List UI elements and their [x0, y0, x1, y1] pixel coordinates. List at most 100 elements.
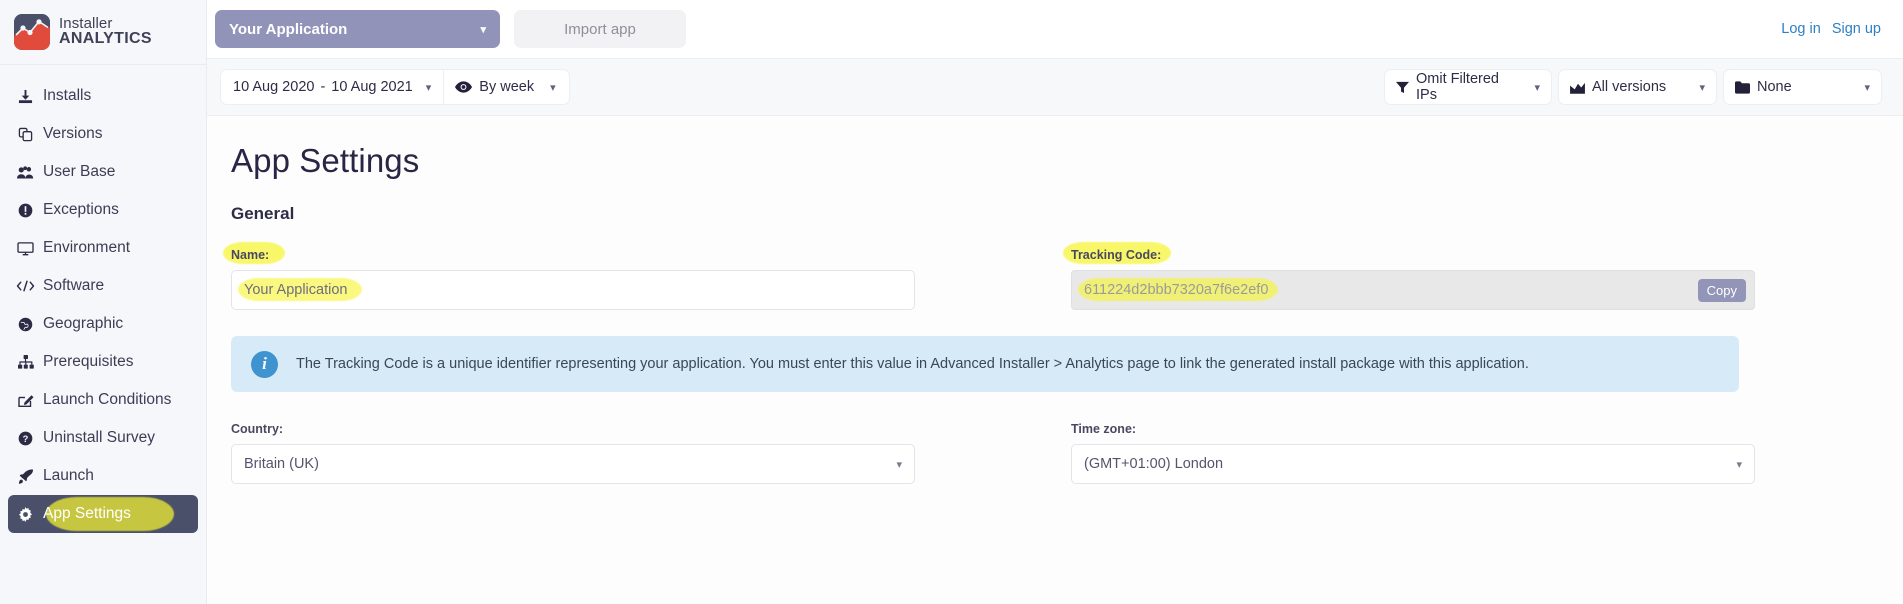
folder-label: None: [1757, 79, 1792, 95]
code-icon: [16, 278, 35, 295]
chevron-down-icon: ▾: [1699, 81, 1705, 94]
granularity-label: By week: [479, 79, 535, 95]
timezone-select[interactable]: (GMT+01:00) London ▾: [1071, 444, 1755, 484]
sidebar-item-label: User Base: [43, 163, 116, 180]
filter-bar: 10 Aug 2020 - 10 Aug 2021 ▾ By week ▾ Om…: [207, 58, 1903, 116]
sidebar-item-label: App Settings: [43, 505, 131, 522]
sidebar: Installer ANALYTICS Installs Versions Us…: [0, 0, 207, 604]
login-link[interactable]: Log in: [1781, 21, 1821, 37]
sidebar-item-app-settings[interactable]: App Settings: [8, 495, 198, 533]
sidebar-item-label: Geographic: [43, 315, 124, 332]
locale-fields-row: Country: Britain (UK) ▾ Time zone: (GMT+…: [223, 420, 1903, 484]
versions-dropdown[interactable]: All versions ▾: [1559, 70, 1716, 104]
country-label: Country:: [231, 422, 284, 436]
date-filter-group: 10 Aug 2020 - 10 Aug 2021 ▾ By week ▾: [221, 70, 569, 104]
sidebar-item-software[interactable]: Software: [8, 267, 198, 305]
question-circle-icon: ?: [16, 430, 35, 447]
area-chart-icon: [1570, 81, 1585, 94]
granularity-dropdown[interactable]: By week ▾: [444, 70, 569, 104]
info-icon: i: [251, 350, 278, 378]
name-value: Your Application: [244, 282, 348, 298]
country-field-group: Country: Britain (UK) ▾: [231, 420, 915, 484]
timezone-field-group: Time zone: (GMT+01:00) London ▾: [1071, 420, 1755, 484]
name-label-wrap: Name:: [223, 242, 285, 270]
rocket-icon: [16, 468, 35, 485]
desktop-icon: [16, 240, 35, 257]
versions-label: All versions: [1592, 79, 1667, 95]
users-icon: [16, 164, 35, 181]
sidebar-item-label: Software: [43, 277, 105, 294]
sitemap-icon: [16, 354, 35, 371]
edit-square-icon: [16, 392, 35, 409]
name-input[interactable]: Your Application: [231, 270, 915, 310]
app-selector-dropdown[interactable]: Your Application ▾: [215, 10, 500, 48]
globe-icon: [16, 316, 35, 333]
svg-text:?: ?: [23, 434, 29, 444]
topbar: Your Application ▾ Import app Log in Sig…: [207, 0, 1903, 58]
signup-link[interactable]: Sign up: [1832, 21, 1881, 37]
sidebar-item-environment[interactable]: Environment: [8, 229, 198, 267]
copy-icon: [16, 126, 35, 143]
timezone-value: (GMT+01:00) London: [1084, 456, 1224, 472]
sidebar-nav: Installs Versions User Base Exceptions E…: [0, 65, 206, 533]
brand-line2: ANALYTICS: [59, 30, 152, 48]
folder-dropdown[interactable]: None ▾: [1724, 70, 1881, 104]
auth-links: Log in Sign up: [1781, 21, 1881, 37]
brand-logo[interactable]: Installer ANALYTICS: [0, 0, 206, 64]
sidebar-item-installs[interactable]: Installs: [8, 77, 198, 115]
chevron-down-icon: ▾: [480, 23, 486, 36]
section-title-general: General: [231, 204, 295, 223]
name-label: Name:: [231, 248, 270, 262]
date-from: 10 Aug 2020: [233, 79, 315, 95]
name-value-wrap: Your Application: [238, 278, 362, 301]
banner-text: The Tracking Code is a unique identifier…: [296, 356, 1529, 372]
sidebar-item-uninstall-survey[interactable]: ? Uninstall Survey: [8, 419, 198, 457]
omit-filtered-ips-dropdown[interactable]: Omit Filtered IPs ▾: [1385, 70, 1551, 104]
chevron-down-icon: ▾: [896, 458, 902, 471]
tracking-code-label: Tracking Code:: [1071, 248, 1162, 262]
right-filter-group: Omit Filtered IPs ▾ All versions ▾ None …: [1385, 70, 1881, 104]
eye-icon: [455, 81, 473, 93]
import-app-button[interactable]: Import app: [514, 10, 686, 48]
chevron-down-icon: ▾: [1534, 81, 1540, 94]
date-range-picker[interactable]: 10 Aug 2020 - 10 Aug 2021 ▾: [221, 70, 444, 104]
download-icon: [16, 88, 35, 105]
country-value: Britain (UK): [244, 456, 319, 472]
tracking-code-field[interactable]: 611224d2bbb7320a7f6e2ef0 Copy: [1071, 270, 1755, 310]
sidebar-item-prerequisites[interactable]: Prerequisites: [8, 343, 198, 381]
country-select[interactable]: Britain (UK) ▾: [231, 444, 915, 484]
main-area: Your Application ▾ Import app Log in Sig…: [207, 0, 1903, 604]
settings-content: App Settings General Name: Your Applicat…: [207, 116, 1903, 604]
filter-icon: [1396, 81, 1409, 94]
name-field-group: Name: Your Application: [223, 242, 915, 310]
sidebar-item-label: Exceptions: [43, 201, 119, 218]
copy-button[interactable]: Copy: [1697, 278, 1746, 302]
sidebar-item-label: Uninstall Survey: [43, 429, 155, 446]
exclamation-circle-icon: [16, 202, 35, 219]
sidebar-item-versions[interactable]: Versions: [8, 115, 198, 153]
sidebar-item-launch-conditions[interactable]: Launch Conditions: [8, 381, 198, 419]
sidebar-item-label: Launch Conditions: [43, 391, 172, 408]
omit-filtered-ips-label: Omit Filtered IPs: [1416, 71, 1499, 103]
chevron-down-icon: ▾: [1736, 458, 1742, 471]
chevron-down-icon: ▾: [550, 81, 556, 94]
folder-icon: [1735, 80, 1750, 94]
general-fields-row: Name: Your Application Tracking Code: 61…: [223, 242, 1903, 310]
tracking-value-wrap: 611224d2bbb7320a7f6e2ef0: [1078, 278, 1278, 301]
sidebar-item-launch[interactable]: Launch: [8, 457, 198, 495]
sidebar-item-user-base[interactable]: User Base: [8, 153, 198, 191]
sidebar-item-exceptions[interactable]: Exceptions: [8, 191, 198, 229]
sidebar-item-label: Environment: [43, 239, 131, 256]
timezone-label: Time zone:: [1071, 422, 1137, 436]
chevron-down-icon: ▾: [1864, 81, 1870, 94]
app-selector-label: Your Application: [229, 20, 348, 38]
sidebar-item-label: Prerequisites: [43, 353, 134, 370]
brand-text: Installer ANALYTICS: [59, 16, 152, 48]
gear-icon: [16, 506, 35, 523]
sidebar-item-geographic[interactable]: Geographic: [8, 305, 198, 343]
tracking-code-field-group: Tracking Code: 611224d2bbb7320a7f6e2ef0 …: [1063, 242, 1755, 310]
app-root: Installer ANALYTICS Installs Versions Us…: [0, 0, 1903, 604]
tracking-label-wrap: Tracking Code:: [1063, 242, 1171, 270]
chevron-down-icon: ▾: [425, 81, 432, 94]
import-app-label: Import app: [564, 20, 636, 38]
